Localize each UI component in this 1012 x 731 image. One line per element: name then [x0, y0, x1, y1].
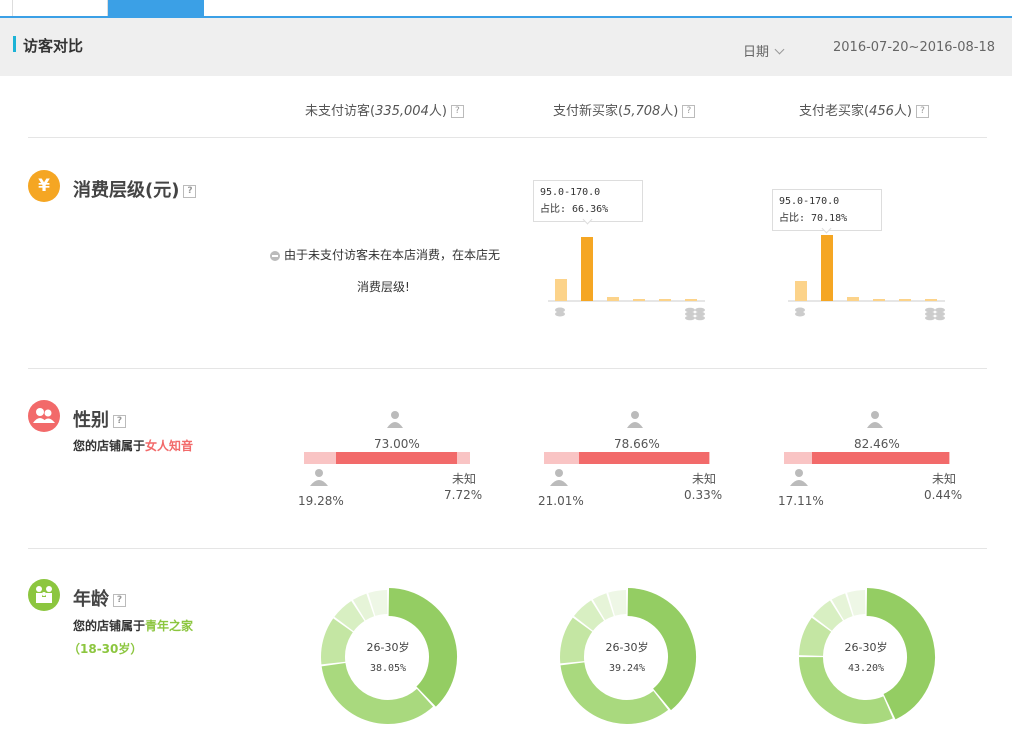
male-icon [310, 468, 328, 490]
chart-bar[interactable] [659, 299, 671, 301]
section-title-age: 年龄? [73, 585, 126, 611]
donut-center-label: 26-30岁 [844, 641, 888, 654]
coin-small-icon [555, 307, 565, 317]
donut-segment[interactable] [812, 600, 844, 632]
section-title-consumption: 消费层级(元)? [73, 176, 197, 202]
chart-bar[interactable] [581, 237, 593, 301]
male-percentage: 19.28% [298, 494, 344, 508]
yen-icon: ¥ [28, 170, 60, 202]
coin-stack-icon [685, 307, 705, 321]
donut-segment[interactable] [352, 593, 375, 621]
female-percentage: 82.46% [854, 437, 900, 451]
column-header-old-buyers: 支付老买家(456人)? [799, 100, 929, 119]
male-percentage: 17.11% [778, 494, 824, 508]
female-icon [387, 410, 403, 432]
male-bar[interactable] [544, 452, 579, 464]
chart-bar[interactable] [925, 299, 937, 301]
chart-bar[interactable] [685, 299, 697, 301]
chart-bar[interactable] [899, 299, 911, 301]
donut-segment[interactable] [321, 618, 354, 665]
female-bar[interactable] [812, 452, 949, 464]
donut-center-percentage: 38.05% [369, 663, 407, 674]
unknown-bar[interactable] [457, 452, 470, 464]
donut-segment[interactable] [334, 600, 365, 632]
tab-inactive[interactable] [12, 0, 108, 16]
unknown-label: 未知 [452, 472, 477, 486]
chart-bar[interactable] [633, 299, 645, 301]
consumption-note: 由于未支付访客未在本店消费，在本店无 [270, 246, 500, 263]
female-bar[interactable] [336, 452, 457, 464]
unknown-percentage: 7.72% [444, 488, 483, 502]
help-icon[interactable]: ? [450, 105, 464, 118]
date-dropdown[interactable]: 日期 [743, 41, 769, 60]
unknown-label: 未知 [692, 472, 717, 486]
chart-bar[interactable] [873, 299, 885, 301]
age-subtitle: 您的店铺属于青年之家 [73, 619, 194, 633]
male-bar[interactable] [304, 452, 336, 464]
donut-segment[interactable] [799, 617, 832, 657]
donut-segment[interactable] [831, 593, 853, 621]
minus-icon [270, 250, 280, 261]
donut-center-label: 26-30岁 [605, 641, 649, 654]
donut-segment[interactable] [608, 590, 627, 616]
column-header-unpaid: 未支付访客(335,004人)? [305, 100, 464, 119]
section-title-gender: 性别? [73, 406, 126, 432]
donut-center-percentage: 43.20% [847, 663, 885, 674]
male-bar[interactable] [784, 452, 812, 464]
age-range: （18-30岁） [68, 642, 143, 656]
age-donut-chart [560, 588, 696, 724]
people-icon [28, 400, 60, 432]
gender-subtitle: 您的店铺属于女人知音 [73, 439, 194, 453]
help-icon[interactable]: ? [915, 105, 929, 118]
donut-segment[interactable] [560, 617, 593, 664]
date-range: 2016-07-20~2016-08-18 [833, 40, 995, 55]
age-donut-chart [321, 588, 457, 724]
male-icon [550, 468, 568, 490]
female-bar[interactable] [579, 452, 709, 464]
female-percentage: 78.66% [614, 437, 660, 451]
consumption-note-line2: 消费层级! [357, 280, 410, 294]
donut-segment[interactable] [574, 600, 605, 632]
chart-bar[interactable] [607, 297, 619, 301]
chart-bar[interactable] [821, 235, 833, 301]
donut-segment[interactable] [847, 590, 866, 616]
consumption-bar-chart-new-buyers [548, 237, 705, 321]
chart-bar[interactable] [795, 281, 807, 301]
donut-segment[interactable] [368, 590, 388, 617]
unknown-label: 未知 [932, 472, 957, 486]
female-icon [627, 410, 643, 432]
tab-active[interactable] [108, 0, 204, 16]
help-icon[interactable]: ? [113, 593, 126, 607]
consumption-bar-chart-old-buyers [788, 235, 945, 321]
chart-bar[interactable] [847, 297, 859, 301]
coin-small-icon [795, 307, 805, 317]
male-percentage: 21.01% [538, 494, 584, 508]
donut-center-label: 26-30岁 [366, 641, 410, 654]
divider [28, 548, 987, 549]
unknown-percentage: 0.44% [924, 488, 963, 502]
male-icon [790, 468, 808, 490]
female-percentage: 73.00% [374, 437, 420, 451]
family-icon [28, 579, 60, 611]
donut-center-percentage: 39.24% [608, 663, 646, 674]
unknown-bar[interactable] [709, 452, 710, 464]
help-icon[interactable]: ? [682, 105, 696, 118]
age-donut-chart [799, 588, 935, 724]
coin-stack-icon [925, 307, 945, 321]
unknown-percentage: 0.33% [684, 488, 723, 502]
donut-segment[interactable] [592, 593, 615, 621]
title-accent-bar [13, 36, 16, 52]
chart-bar[interactable] [555, 279, 567, 301]
column-header-new-buyers: 支付新买家(5,708人)? [553, 100, 696, 119]
divider [28, 137, 987, 138]
unknown-bar[interactable] [949, 452, 950, 464]
divider [28, 368, 987, 369]
female-icon [867, 410, 883, 432]
help-icon[interactable]: ? [183, 184, 197, 198]
page-title: 访客对比 [23, 37, 84, 55]
help-icon[interactable]: ? [113, 414, 126, 428]
